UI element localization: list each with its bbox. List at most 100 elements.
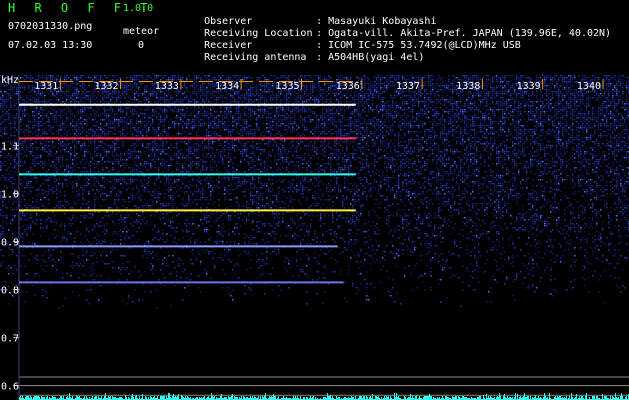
noise-pixel [284,95,286,97]
noise-pixel [304,91,306,93]
noise-pixel [560,93,562,95]
noise-pixel [532,93,534,95]
noise-pixel [376,87,378,89]
noise-pixel [166,135,168,137]
noise-pixel [246,93,248,95]
noise-pixel [458,95,460,97]
noise-pixel [126,133,128,135]
noise-pixel [428,97,430,99]
noise-pixel [336,93,338,95]
noise-pixel [10,135,12,137]
noise-pixel [148,109,150,111]
noise-pixel [586,109,588,111]
noise-pixel [14,121,16,123]
noise-pixel [488,83,490,85]
noise-pixel [256,109,258,111]
noise-pixel [376,77,378,79]
noise-pixel [140,83,142,85]
noise-pixel [616,111,618,113]
noise-pixel [212,77,214,79]
noise-pixel [480,111,482,113]
noise-pixel [138,115,140,117]
noise-pixel [74,125,76,127]
noise-pixel [424,133,426,135]
noise-pixel [386,101,388,103]
noise-pixel [506,135,508,137]
noise-pixel [578,105,580,107]
noise-pixel [206,79,208,81]
noise-pixel [378,97,380,99]
noise-pixel [138,129,140,131]
noise-pixel [506,75,508,77]
noise-pixel [10,127,12,129]
noise-pixel [212,125,214,127]
noise-pixel [502,105,504,107]
noise-pixel [540,113,542,115]
noise-pixel [572,119,574,121]
noise-pixel [482,119,484,121]
noise-pixel [86,95,88,97]
noise-pixel [0,123,2,125]
noise-pixel [616,119,618,121]
noise-pixel [194,123,196,125]
noise-pixel [380,83,382,85]
noise-pixel [612,127,614,129]
noise-pixel [284,77,286,79]
noise-pixel [360,97,362,99]
noise-pixel [216,115,218,117]
noise-pixel [286,131,288,133]
noise-pixel [20,119,22,121]
noise-pixel [52,93,54,95]
noise-pixel [408,115,410,117]
noise-pixel [466,119,468,121]
noise-pixel [492,127,494,129]
noise-pixel [514,103,516,105]
noise-pixel [344,109,346,111]
noise-pixel [532,103,534,105]
noise-pixel [424,81,426,83]
noise-pixel [288,109,290,111]
noise-pixel [126,123,128,125]
noise-pixel [522,127,524,129]
noise-pixel [80,75,82,77]
noise-pixel [478,127,480,129]
noise-pixel [72,87,74,89]
noise-pixel [502,117,504,119]
noise-pixel [124,107,126,109]
noise-pixel [560,109,562,111]
noise-pixel [424,89,426,91]
noise-pixel [294,95,296,97]
noise-pixel [112,121,114,123]
noise-pixel [464,129,466,131]
noise-pixel [578,93,580,95]
noise-pixel [60,95,62,97]
noise-pixel [236,127,238,129]
noise-pixel [508,135,510,137]
noise-pixel [240,95,242,97]
noise-pixel [180,77,182,79]
noise-pixel [392,129,394,131]
noise-pixel [340,107,342,109]
noise-pixel [418,135,420,137]
noise-pixel [190,133,192,135]
noise-pixel [360,89,362,91]
noise-pixel [30,85,32,87]
noise-pixel [622,93,624,95]
noise-pixel [140,123,142,125]
noise-pixel [528,129,530,131]
noise-pixel [508,91,510,93]
noise-pixel [244,127,246,129]
noise-pixel [320,125,322,127]
noise-pixel [314,107,316,109]
noise-pixel [424,111,426,113]
noise-pixel [152,109,154,111]
noise-pixel [546,93,548,95]
noise-pixel [216,123,218,125]
noise-pixel [184,131,186,133]
noise-pixel [504,121,506,123]
noise-pixel [174,127,176,129]
noise-pixel [598,129,600,131]
noise-pixel [158,97,160,99]
noise-pixel [546,77,548,79]
noise-pixel [26,95,28,97]
